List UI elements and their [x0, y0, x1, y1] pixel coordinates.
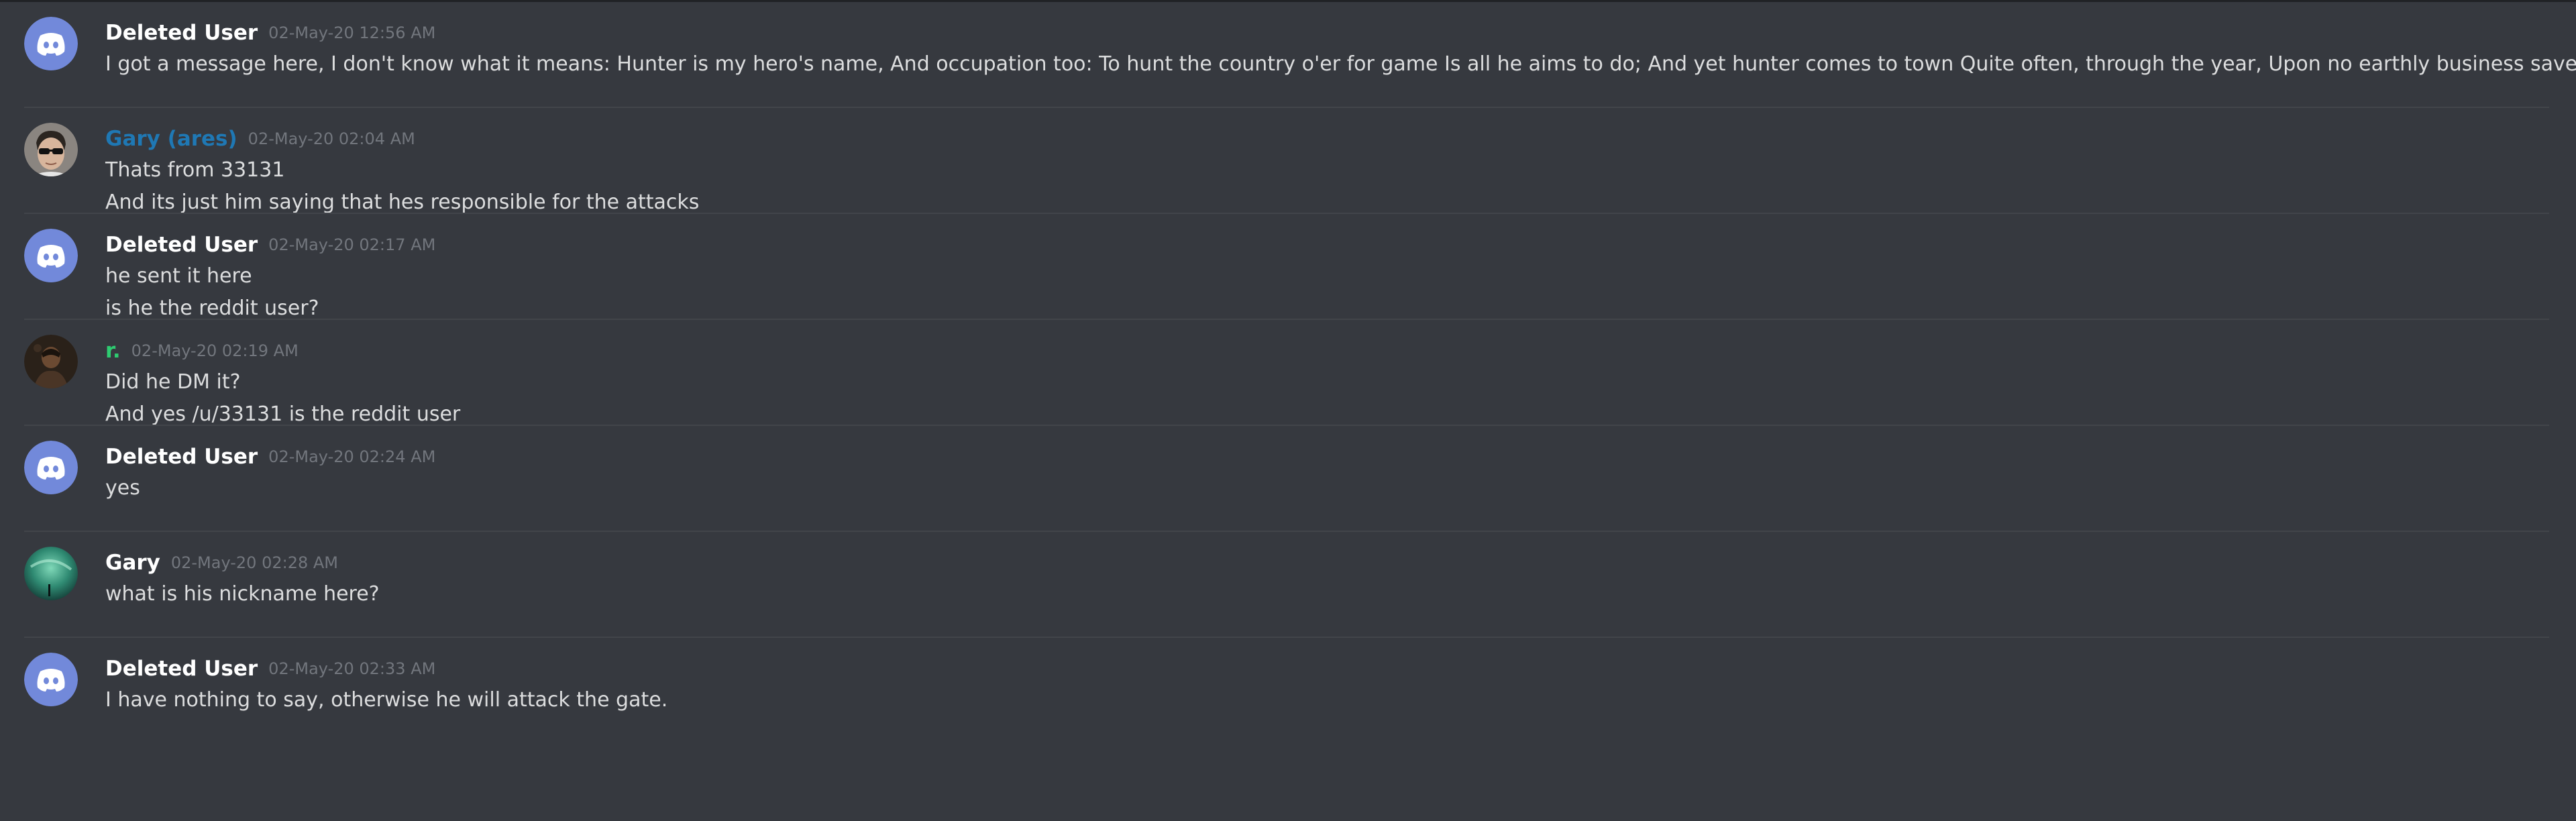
message-text: I got a message here, I don't know what … [105, 52, 2576, 76]
message-text: he sent it here [105, 264, 252, 288]
message-header: Deleted User 02-May-20 12:56 AM [105, 19, 2536, 46]
message-text: Did he DM it? [105, 370, 241, 394]
timestamp: 02-May-20 02:04 AM [248, 129, 415, 148]
avatar[interactable] [24, 441, 78, 494]
message: Gary (ares) 02-May-20 02:04 AM Thats from… [0, 108, 2549, 214]
message-header: Gary (ares) 02-May-20 02:04 AM [105, 125, 2536, 152]
message-header: r. 02-May-20 02:19 AM [105, 337, 2536, 364]
username[interactable]: Gary (ares) [105, 127, 237, 151]
message-text: Thats from 33131 [105, 158, 285, 182]
message: Deleted User 02-May-20 12:56 AM I got a m… [0, 2, 2576, 108]
avatar[interactable] [24, 17, 78, 70]
username[interactable]: Deleted User [105, 445, 258, 469]
message: Deleted User 02-May-20 02:24 AM yes [0, 426, 2549, 532]
message-content: Deleted User 02-May-20 02:33 AM I have no… [105, 655, 2536, 716]
message-content: Deleted User 02-May-20 12:56 AM I got a m… [105, 19, 2576, 80]
discord-default-avatar-icon [24, 17, 78, 70]
message: Gary 02-May-20 02:28 AM what is his nickn… [0, 532, 2549, 638]
username[interactable]: Deleted User [105, 657, 258, 681]
timestamp: 02-May-20 12:56 AM [268, 23, 436, 42]
photo-dark-avatar-icon [24, 335, 78, 388]
timestamp: 02-May-20 02:19 AM [131, 341, 299, 360]
chat-message-list: Deleted User 02-May-20 12:56 AM I got a m… [0, 0, 2576, 821]
username[interactable]: Gary [105, 551, 160, 575]
message-header: Gary 02-May-20 02:28 AM [105, 549, 2536, 576]
message-content: Gary 02-May-20 02:28 AM what is his nickn… [105, 549, 2536, 610]
discord-default-avatar-icon [24, 229, 78, 282]
avatar[interactable] [24, 653, 78, 706]
message-header: Deleted User 02-May-20 02:24 AM [105, 443, 2536, 470]
avatar[interactable] [24, 229, 78, 282]
message: Deleted User 02-May-20 02:17 AM he sent i… [0, 214, 2549, 320]
message-content: Gary (ares) 02-May-20 02:04 AM Thats from… [105, 125, 2536, 219]
message-content: Deleted User 02-May-20 02:24 AM yes [105, 443, 2536, 504]
timestamp: 02-May-20 02:24 AM [268, 447, 436, 466]
photo-sunglasses-avatar-icon [24, 123, 78, 176]
aurora-avatar-icon [24, 547, 78, 600]
message-content: Deleted User 02-May-20 02:17 AM he sent i… [105, 231, 2536, 325]
message-content: r. 02-May-20 02:19 AM Did he DM it? And y… [105, 337, 2536, 431]
message-text: yes [105, 476, 140, 500]
timestamp: 02-May-20 02:28 AM [170, 553, 338, 572]
avatar[interactable] [24, 123, 78, 176]
timestamp: 02-May-20 02:33 AM [268, 659, 436, 678]
avatar[interactable] [24, 335, 78, 388]
timestamp: 02-May-20 02:17 AM [268, 235, 436, 254]
message: Deleted User 02-May-20 02:33 AM I have no… [0, 638, 2549, 744]
avatar[interactable] [24, 547, 78, 600]
discord-default-avatar-icon [24, 441, 78, 494]
message-header: Deleted User 02-May-20 02:33 AM [105, 655, 2536, 682]
discord-default-avatar-icon [24, 653, 78, 706]
message-text: I have nothing to say, otherwise he will… [105, 688, 668, 712]
username[interactable]: r. [105, 339, 121, 363]
message: r. 02-May-20 02:19 AM Did he DM it? And y… [0, 320, 2549, 426]
message-header: Deleted User 02-May-20 02:17 AM [105, 231, 2536, 258]
username[interactable]: Deleted User [105, 233, 258, 257]
username[interactable]: Deleted User [105, 21, 258, 45]
message-text: what is his nickname here? [105, 582, 380, 606]
